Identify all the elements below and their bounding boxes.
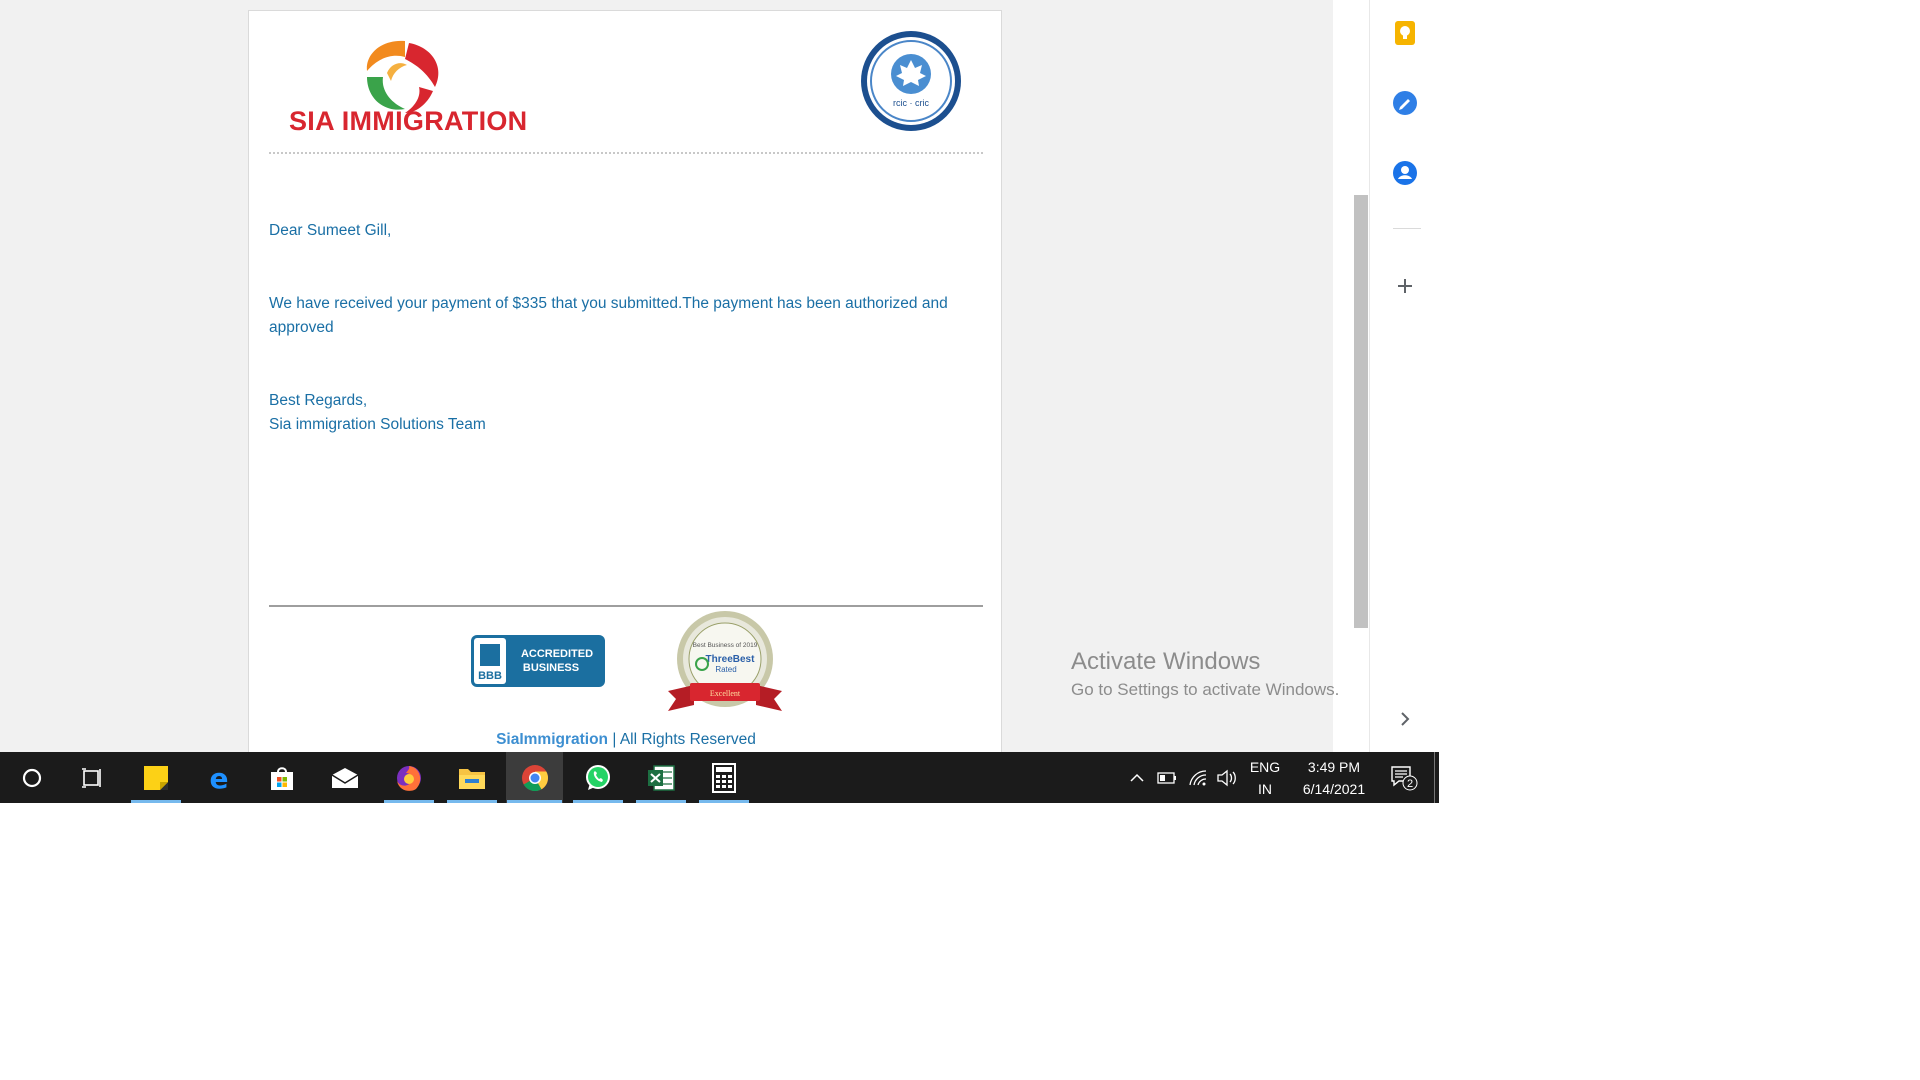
watermark-title: Activate Windows: [1071, 648, 1261, 675]
greeting: Dear Sumeet Gill,: [269, 222, 392, 239]
show-desktop-button[interactable]: [1434, 752, 1439, 803]
seal-text: rcic · cric: [893, 98, 929, 108]
side-panel-divider: [1393, 228, 1421, 229]
award-ribbon: Excellent: [710, 689, 741, 698]
running-indicator: [507, 800, 562, 803]
award-line2: ThreeBest: [706, 654, 756, 665]
clock[interactable]: 3:49 PM 6/14/2021: [1290, 752, 1378, 803]
chevron-right-icon[interactable]: [1392, 706, 1418, 732]
bbb-top-text: ACCREDITED: [521, 648, 593, 660]
sticky-notes-icon[interactable]: [130, 752, 182, 803]
payment-message: We have received your payment of $335 th…: [269, 295, 948, 336]
scrollbar-thumb[interactable]: [1354, 195, 1368, 628]
edge-icon[interactable]: e: [193, 752, 245, 803]
show-hidden-icons-chevron-icon[interactable]: [1126, 752, 1148, 803]
mail-reading-pane: SIA IMMIGRATION rcic · cric Dear Sumeet …: [0, 0, 1333, 752]
footer-copyright: SiaImmigration | All Rights Reserved: [249, 731, 1001, 749]
chrome-icon[interactable]: [506, 752, 563, 803]
running-indicator: [636, 800, 686, 803]
signature: Sia immigration Solutions Team: [269, 416, 486, 433]
add-icon[interactable]: [1392, 273, 1418, 299]
battery-icon[interactable]: [1155, 752, 1179, 803]
task-view-icon[interactable]: [66, 752, 118, 803]
language-indicator[interactable]: ENG IN: [1244, 752, 1286, 803]
running-indicator: [384, 800, 434, 803]
bbb-mark: BBB: [478, 670, 502, 682]
whatsapp-icon[interactable]: [572, 752, 624, 803]
store-icon[interactable]: [256, 752, 308, 803]
activate-windows-watermark: Activate Windows Go to Settings to activ…: [1071, 648, 1339, 700]
language-top: ENG: [1249, 758, 1281, 775]
footer-divider: [269, 605, 983, 607]
footer-rights: | All Rights Reserved: [608, 731, 756, 748]
running-indicator: [699, 800, 749, 803]
footer-brand-link[interactable]: SiaImmigration: [496, 731, 608, 748]
action-center-icon[interactable]: 2: [1386, 752, 1422, 803]
svg-text:e: e: [210, 764, 229, 792]
email-body: SIA IMMIGRATION rcic · cric Dear Sumeet …: [248, 10, 1002, 752]
file-explorer-icon[interactable]: [446, 752, 498, 803]
brand-name: SIA IMMIGRATION: [289, 106, 528, 136]
tasks-icon[interactable]: [1392, 90, 1418, 116]
running-indicator: [131, 800, 181, 803]
award-line1: Best Business of 2019: [693, 642, 758, 649]
notification-count: 2: [1407, 778, 1413, 790]
watermark-subtitle: Go to Settings to activate Windows.: [1071, 680, 1340, 699]
firefox-icon[interactable]: [383, 752, 435, 803]
side-panel: [1369, 0, 1439, 752]
language-bottom: IN: [1258, 780, 1272, 797]
contacts-icon[interactable]: [1392, 160, 1418, 186]
bbb-accredited-badge[interactable]: BBB ACCREDITED BUSINESS: [471, 635, 605, 687]
award-line3: Rated: [715, 665, 736, 674]
header-divider: [269, 152, 983, 154]
clock-time: 3:49 PM: [1307, 758, 1361, 775]
keep-icon[interactable]: [1392, 20, 1418, 46]
windows-taskbar: e ENG IN 3:49 PM 6/14/2021 2: [0, 752, 1439, 803]
cortana-icon[interactable]: [6, 752, 58, 803]
clock-date: 6/14/2021: [1302, 780, 1366, 797]
running-indicator: [447, 800, 497, 803]
volume-icon[interactable]: [1215, 752, 1239, 803]
excel-icon[interactable]: [635, 752, 687, 803]
running-indicator: [573, 800, 623, 803]
mail-icon[interactable]: [319, 752, 371, 803]
bbb-bottom-text: BUSINESS: [523, 662, 579, 674]
threebest-award-badge[interactable]: Best Business of 2019 ThreeBest Rated Ex…: [664, 609, 786, 721]
sign-off: Best Regards,: [269, 392, 368, 409]
screen: SIA IMMIGRATION rcic · cric Dear Sumeet …: [0, 0, 1920, 1080]
calculator-icon[interactable]: [698, 752, 750, 803]
rcic-seal-logo: rcic · cric: [861, 31, 961, 131]
network-icon[interactable]: [1186, 752, 1210, 803]
